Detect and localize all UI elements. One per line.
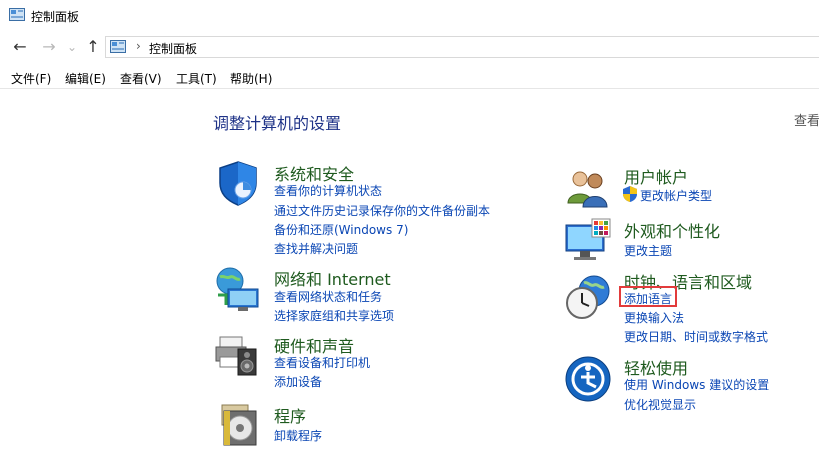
page-title: 调整计算机的设置 xyxy=(213,114,342,133)
view-by-label[interactable]: 查看 xyxy=(794,110,819,129)
menu-help[interactable]: 帮助(H) xyxy=(230,70,272,87)
link-uninstall-program[interactable]: 卸载程序 xyxy=(274,427,322,444)
control-panel-main: 调整计算机的设置 查看 系统和安全 查看你的计算机状态 通过文件历史记录保存你的… xyxy=(0,89,819,458)
title-bar: 控制面板 xyxy=(0,0,819,31)
link-change-date-time-format[interactable]: 更改日期、时间或数字格式 xyxy=(624,328,768,345)
link-view-computer-status[interactable]: 查看你的计算机状态 xyxy=(274,182,382,199)
link-change-account-type[interactable]: 更改帐户类型 xyxy=(640,187,712,204)
clock-globe-icon[interactable] xyxy=(564,273,612,321)
menu-view[interactable]: 查看(V) xyxy=(120,70,162,87)
breadcrumb-control-panel[interactable]: 控制面板 xyxy=(149,40,197,57)
link-homegroup-sharing[interactable]: 选择家庭组和共享选项 xyxy=(274,307,394,324)
monitor-palette-icon[interactable] xyxy=(564,217,612,265)
menu-tools[interactable]: 工具(T) xyxy=(176,70,217,87)
link-file-history-backup[interactable]: 通过文件历史记录保存你的文件备份副本 xyxy=(274,202,490,219)
forward-arrow-icon[interactable]: → xyxy=(40,38,58,56)
link-optimize-visual-display[interactable]: 优化视觉显示 xyxy=(624,396,696,413)
breadcrumb-separator-icon[interactable]: › xyxy=(136,39,141,53)
link-add-language[interactable]: 添加语言 xyxy=(624,290,672,307)
menu-edit[interactable]: 编辑(E) xyxy=(65,70,106,87)
link-devices-printers[interactable]: 查看设备和打印机 xyxy=(274,354,370,371)
control-panel-icon xyxy=(110,40,126,53)
network-globe-icon[interactable] xyxy=(214,265,262,313)
link-change-theme[interactable]: 更改主题 xyxy=(624,242,672,259)
control-panel-icon xyxy=(9,8,25,21)
recent-locations-chevron-icon[interactable]: ⌄ xyxy=(63,38,81,56)
up-arrow-icon[interactable]: ↑ xyxy=(84,38,102,56)
ease-of-access-icon[interactable] xyxy=(564,355,612,403)
programs-disc-icon[interactable] xyxy=(214,401,262,449)
shield-icon[interactable] xyxy=(214,159,262,207)
back-arrow-icon[interactable]: ← xyxy=(11,38,29,56)
address-bar[interactable]: › 控制面板 xyxy=(105,36,819,58)
users-icon[interactable] xyxy=(564,165,612,213)
link-recommended-settings[interactable]: 使用 Windows 建议的设置 xyxy=(624,376,769,393)
uac-shield-icon xyxy=(623,186,637,202)
link-change-input-method[interactable]: 更换输入法 xyxy=(624,309,684,326)
link-network-status[interactable]: 查看网络状态和任务 xyxy=(274,288,382,305)
category-network-internet[interactable]: 网络和 Internet xyxy=(274,266,391,290)
link-troubleshoot[interactable]: 查找并解决问题 xyxy=(274,240,358,257)
printer-speaker-icon[interactable] xyxy=(214,331,262,379)
menu-bar: 文件(F) 编辑(E) 查看(V) 工具(T) 帮助(H) xyxy=(0,66,819,89)
link-backup-restore[interactable]: 备份和还原(Windows 7) xyxy=(274,221,408,238)
menu-file[interactable]: 文件(F) xyxy=(11,70,51,87)
category-user-accounts[interactable]: 用户帐户 xyxy=(624,164,688,188)
link-add-device[interactable]: 添加设备 xyxy=(274,373,322,390)
window-title: 控制面板 xyxy=(31,10,80,24)
category-appearance-personalization[interactable]: 外观和个性化 xyxy=(624,218,720,242)
category-programs[interactable]: 程序 xyxy=(274,403,306,427)
